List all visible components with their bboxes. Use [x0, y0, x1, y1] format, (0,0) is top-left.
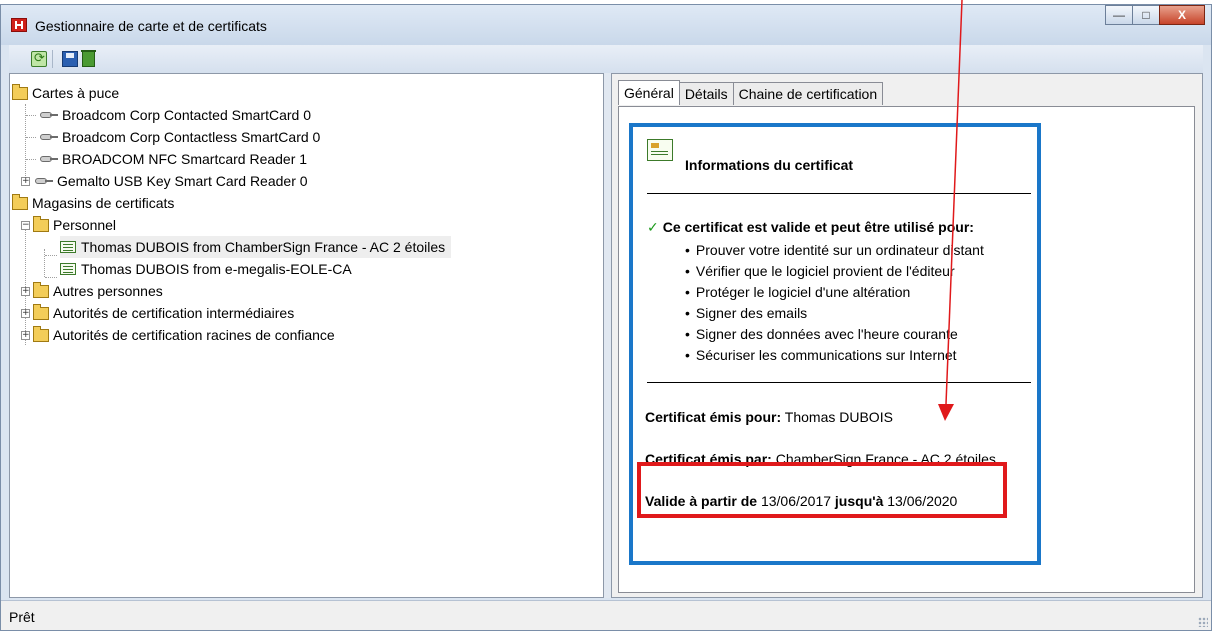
tree-node-root-ca[interactable]: + Autorités de certification racines de … [21, 324, 335, 346]
card-reader-icon [38, 111, 58, 119]
issued-to-value: Thomas DUBOIS [784, 409, 893, 425]
divider [647, 193, 1031, 194]
tree-node-label: Cartes à puce [32, 85, 120, 101]
purpose-item: Vérifier que le logiciel provient de l'é… [685, 261, 984, 282]
card-reader-icon [38, 155, 58, 163]
issued-to-line: Certificat émis pour: Thomas DUBOIS [645, 409, 893, 425]
minimize-button[interactable]: — [1105, 5, 1133, 25]
tab-certification-chain[interactable]: Chaine de certification [732, 82, 884, 105]
tree-node-smartcards[interactable]: Cartes à puce [12, 82, 119, 104]
folder-icon [12, 193, 28, 210]
tree-node-certificate-selected[interactable]: Thomas DUBOIS from ChamberSign France - … [60, 236, 452, 258]
certificate-icon [60, 241, 76, 253]
status-bar: Prêt [1, 600, 1211, 630]
folder-icon [33, 325, 49, 342]
status-text: Prêt [9, 609, 35, 625]
card-reader-icon [38, 133, 58, 141]
tree-node-reader[interactable]: + Gemalto USB Key Smart Card Reader 0 [21, 170, 308, 192]
purpose-item: Protéger le logiciel d'une altération [685, 282, 984, 303]
refresh-icon[interactable] [31, 50, 47, 67]
validity-heading-text: Ce certificat est valide et peut être ut… [662, 219, 974, 235]
validity-heading: ✓ Ce certificat est valide et peut être u… [647, 219, 974, 236]
purpose-item: Sécuriser les communications sur Interne… [685, 345, 984, 366]
resize-grip-icon[interactable] [1198, 617, 1208, 627]
tab-strip: Général Détails Chaine de certification [618, 80, 884, 106]
tree-node-intermediate-ca[interactable]: + Autorités de certification intermédiai… [21, 302, 294, 324]
title-bar[interactable]: Gestionnaire de carte et de certificats … [1, 5, 1211, 45]
tree-node-other-people[interactable]: + Autres personnes [21, 280, 163, 302]
purpose-item: Prouver votre identité sur un ordinateur… [685, 240, 984, 261]
tree-node-reader[interactable]: BROADCOM NFC Smartcard Reader 1 [38, 148, 307, 170]
tree-node-label: Thomas DUBOIS from e-megalis-EOLE-CA [81, 261, 352, 277]
general-tab-page: Informations du certificat ✓ Ce certifica… [618, 106, 1195, 593]
tree-node-label: Personnel [53, 217, 117, 233]
tree-node-certificate[interactable]: Thomas DUBOIS from e-megalis-EOLE-CA [60, 258, 352, 280]
tab-details[interactable]: Détails [678, 82, 734, 105]
tree-node-reader[interactable]: Broadcom Corp Contactless SmartCard 0 [38, 126, 320, 148]
tree-pane: Cartes à puce Broadcom Corp Contacted Sm… [9, 73, 604, 598]
purpose-item: Signer des données avec l'heure courante [685, 324, 984, 345]
save-icon[interactable] [62, 51, 78, 67]
expand-icon[interactable]: + [21, 286, 30, 296]
tree-node-cert-stores[interactable]: Magasins de certificats [12, 192, 174, 214]
tab-general[interactable]: Général [618, 80, 680, 105]
issued-to-label: Certificat émis pour: [645, 409, 782, 425]
pane-splitter[interactable] [604, 73, 611, 598]
folder-icon [12, 83, 28, 100]
purposes-list: Prouver votre identité sur un ordinateur… [685, 240, 984, 366]
expand-icon[interactable]: + [21, 308, 30, 318]
toolbar [9, 45, 1203, 73]
tree-node-label: Broadcom Corp Contacted SmartCard 0 [62, 107, 311, 123]
certificate-info-title: Informations du certificat [685, 157, 854, 173]
folder-icon [33, 281, 49, 298]
toolbar-separator [52, 50, 53, 68]
expand-icon[interactable]: + [21, 330, 30, 340]
collapse-icon[interactable]: − [21, 220, 30, 230]
tree-node-label: Thomas DUBOIS from ChamberSign France - … [81, 239, 446, 255]
details-pane: Général Détails Chaine de certification … [611, 73, 1203, 598]
certificate-icon [60, 263, 76, 275]
validity-highlight-box [637, 462, 1007, 518]
tree-node-label: Magasins de certificats [32, 195, 175, 211]
tree-node-label: BROADCOM NFC Smartcard Reader 1 [62, 151, 308, 167]
maximize-button[interactable]: □ [1132, 5, 1160, 25]
folder-icon [33, 303, 49, 320]
window-title: Gestionnaire de carte et de certificats [35, 18, 267, 34]
tree-node-label: Autorités de certification racines de co… [53, 327, 335, 343]
tree-node-label: Broadcom Corp Contactless SmartCard 0 [62, 129, 321, 145]
expand-icon[interactable]: + [21, 176, 30, 186]
app-window: Gestionnaire de carte et de certificats … [0, 4, 1212, 631]
delete-icon[interactable] [81, 50, 96, 67]
app-logo-icon [11, 18, 27, 32]
tree-node-label: Autorités de certification intermédiaire… [53, 305, 295, 321]
checkmark-icon: ✓ [647, 219, 659, 235]
close-button[interactable]: X [1159, 5, 1205, 25]
card-reader-icon [33, 177, 53, 185]
tree-node-label: Gemalto USB Key Smart Card Reader 0 [57, 173, 308, 189]
certificate-icon [647, 139, 673, 161]
purpose-item: Signer des emails [685, 303, 984, 324]
tree-node-reader[interactable]: Broadcom Corp Contacted SmartCard 0 [38, 104, 311, 126]
folder-icon [33, 215, 49, 232]
tree-node-personal[interactable]: − Personnel [21, 214, 116, 236]
window-controls: — □ X [1105, 5, 1205, 27]
tree-node-label: Autres personnes [53, 283, 163, 299]
divider [647, 382, 1031, 383]
